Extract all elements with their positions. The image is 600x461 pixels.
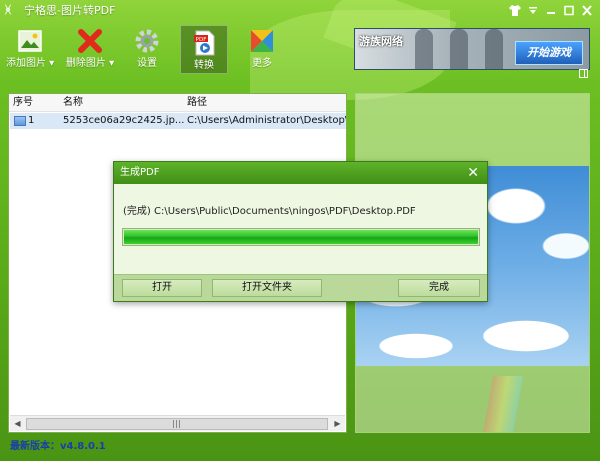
svg-text:PDF: PDF — [196, 37, 207, 43]
maximize-icon[interactable] — [562, 5, 576, 17]
progress-fill — [124, 230, 478, 244]
row-path: C:\Users\Administrator\Desktop\ — [187, 115, 347, 126]
done-button[interactable]: 完成 — [398, 279, 480, 297]
settings-label: 设置 — [137, 58, 157, 69]
window-title: 宁格思-图片转PDF — [24, 4, 116, 17]
banner-figure — [415, 29, 433, 69]
banner-cta-button[interactable]: 开始游戏 — [515, 41, 583, 65]
convert-label: 转换 — [194, 60, 214, 71]
column-header-index[interactable]: 序号 — [13, 97, 33, 109]
banner-figure — [485, 29, 503, 69]
shirt-icon[interactable] — [508, 5, 522, 17]
banner-brand: 游族网络 — [359, 35, 403, 48]
column-header-name[interactable]: 名称 — [63, 97, 83, 109]
column-header-path[interactable]: 路径 — [187, 97, 207, 109]
list-header: 序号 名称 路径 — [9, 94, 346, 112]
dialog-message: (完成) C:\Users\Public\Documents\ningos\PD… — [123, 206, 416, 217]
scroll-right-icon[interactable]: ▶ — [330, 416, 345, 431]
dialog-title-bar: 生成PDF ✕ — [114, 162, 487, 184]
settings-button[interactable]: 设置 — [128, 24, 166, 74]
minimize-icon[interactable] — [544, 5, 558, 17]
dialog-title: 生成PDF — [120, 167, 160, 178]
delete-image-button[interactable]: 删除图片 ▾ — [64, 24, 116, 74]
open-button[interactable]: 打开 — [122, 279, 202, 297]
delete-image-label: 删除图片 ▾ — [65, 58, 115, 69]
banner-figure — [450, 29, 468, 69]
dropdown-icon[interactable] — [526, 5, 540, 17]
add-image-button[interactable]: 添加图片 ▾ — [6, 24, 54, 74]
dialog-close-icon[interactable]: ✕ — [467, 165, 479, 181]
add-image-label: 添加图片 ▾ — [6, 58, 55, 69]
row-index: 1 — [28, 115, 35, 126]
more-label: 更多 — [252, 58, 272, 69]
image-file-icon — [14, 116, 26, 126]
layout-toggle-icon[interactable] — [579, 69, 588, 78]
ad-banner[interactable]: 游族网络 开始游戏 — [354, 28, 590, 70]
gear-icon — [133, 27, 161, 55]
delete-icon — [76, 27, 104, 55]
convert-button[interactable]: PDF 转换 — [180, 25, 228, 74]
more-icon — [248, 27, 276, 55]
close-icon[interactable] — [580, 5, 594, 17]
horizontal-scrollbar[interactable]: ◀ ▶ — [10, 415, 345, 431]
table-row[interactable]: 1 5253ce06a29c2425.jp... C:\Users\Admini… — [10, 113, 346, 129]
scroll-left-icon[interactable]: ◀ — [10, 416, 25, 431]
title-bar: ᚸ 宁格思-图片转PDF — [0, 0, 600, 24]
row-name: 5253ce06a29c2425.jp... — [63, 115, 185, 126]
scroll-thumb[interactable] — [26, 418, 328, 430]
version-label: 最新版本：v4.8.0.1 — [10, 441, 106, 452]
more-button[interactable]: 更多 — [242, 24, 282, 74]
pdf-convert-icon: PDF — [190, 29, 218, 57]
add-image-icon — [16, 27, 44, 55]
progress-bar — [122, 228, 480, 246]
open-folder-button[interactable]: 打开文件夹 — [212, 279, 322, 297]
dialog-footer: 打开 打开文件夹 完成 — [114, 274, 487, 301]
generate-pdf-dialog: 生成PDF ✕ (完成) C:\Users\Public\Documents\n… — [113, 161, 488, 302]
app-logo-icon: ᚸ — [5, 5, 11, 16]
